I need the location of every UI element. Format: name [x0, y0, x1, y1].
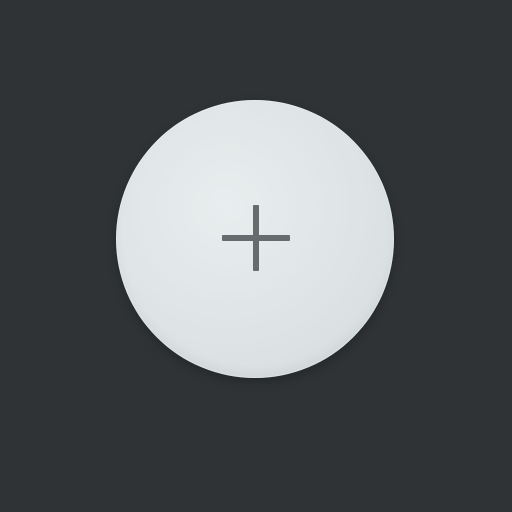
plus-icon: [222, 205, 290, 271]
plus-icon-vertical-bar: [253, 205, 259, 271]
